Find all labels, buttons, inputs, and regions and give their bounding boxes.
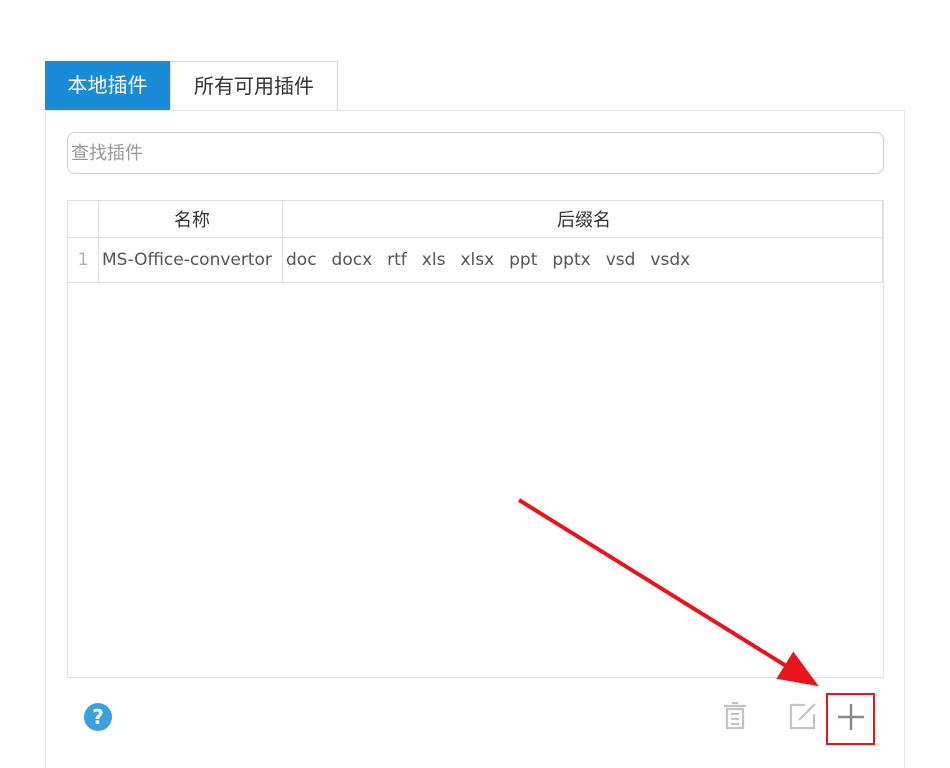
row-number-header [68,201,99,237]
table-row[interactable]: 1 MS-Office-convertor doc docx rtf xls x… [68,238,883,283]
extension-item: ppt [509,250,538,270]
extension-item: rtf [387,250,407,270]
search-input[interactable] [67,132,884,174]
tab-all-available-plugins[interactable]: 所有可用插件 [170,61,338,110]
trash-icon [724,701,746,730]
plugin-name-cell: MS-Office-convertor [99,238,283,282]
help-button[interactable]: ? [84,703,112,731]
extension-item: vsd [605,250,636,270]
extension-item: vsdx [650,250,691,270]
column-header-name[interactable]: 名称 [99,201,283,237]
plugin-manager: 本地插件 所有可用插件 名称 后缀名 1 MS-Office-convertor… [0,0,950,768]
row-number: 1 [68,238,99,282]
column-header-extension[interactable]: 后缀名 [283,201,883,237]
plugin-panel: 名称 后缀名 1 MS-Office-convertor doc docx rt… [45,110,905,768]
extension-item: doc [286,250,317,270]
extension-item: pptx [552,250,591,270]
table-header: 名称 后缀名 [68,201,883,238]
annotation-highlight-box [826,693,875,745]
edit-icon [789,703,816,730]
tab-local-plugins[interactable]: 本地插件 [45,61,170,110]
plugin-extensions-cell: doc docx rtf xls xlsx ppt pptx vsd vsdx [283,238,883,282]
delete-button[interactable] [719,700,751,732]
plugin-table: 名称 后缀名 1 MS-Office-convertor doc docx rt… [67,200,884,678]
edit-button[interactable] [787,700,819,732]
extension-item: xlsx [460,250,495,270]
extension-item: docx [331,250,373,270]
extension-item: xls [421,250,446,270]
tab-bar: 本地插件 所有可用插件 [45,61,338,110]
